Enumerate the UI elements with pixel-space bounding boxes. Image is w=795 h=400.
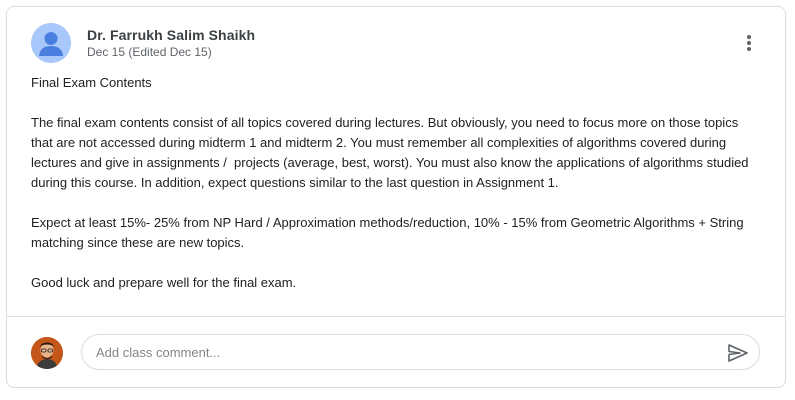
more-vert-icon	[747, 35, 751, 51]
post-date: Dec 15 (Edited Dec 15)	[87, 45, 212, 59]
send-icon	[728, 344, 748, 362]
author-name: Dr. Farrukh Salim Shaikh	[87, 27, 256, 43]
user-avatar-image	[31, 337, 63, 369]
author-avatar	[31, 23, 71, 63]
announcement-card: Dr. Farrukh Salim Shaikh Dec 15 (Edited …	[6, 6, 786, 388]
divider	[7, 316, 785, 317]
comment-box[interactable]	[81, 334, 760, 370]
announcement-body: Final Exam Contents The final exam conte…	[31, 75, 749, 290]
user-avatar	[31, 337, 63, 369]
person-avatar-icon	[31, 23, 71, 63]
more-options-button[interactable]	[735, 29, 763, 57]
comment-input[interactable]	[96, 335, 696, 369]
send-button[interactable]	[726, 341, 750, 365]
